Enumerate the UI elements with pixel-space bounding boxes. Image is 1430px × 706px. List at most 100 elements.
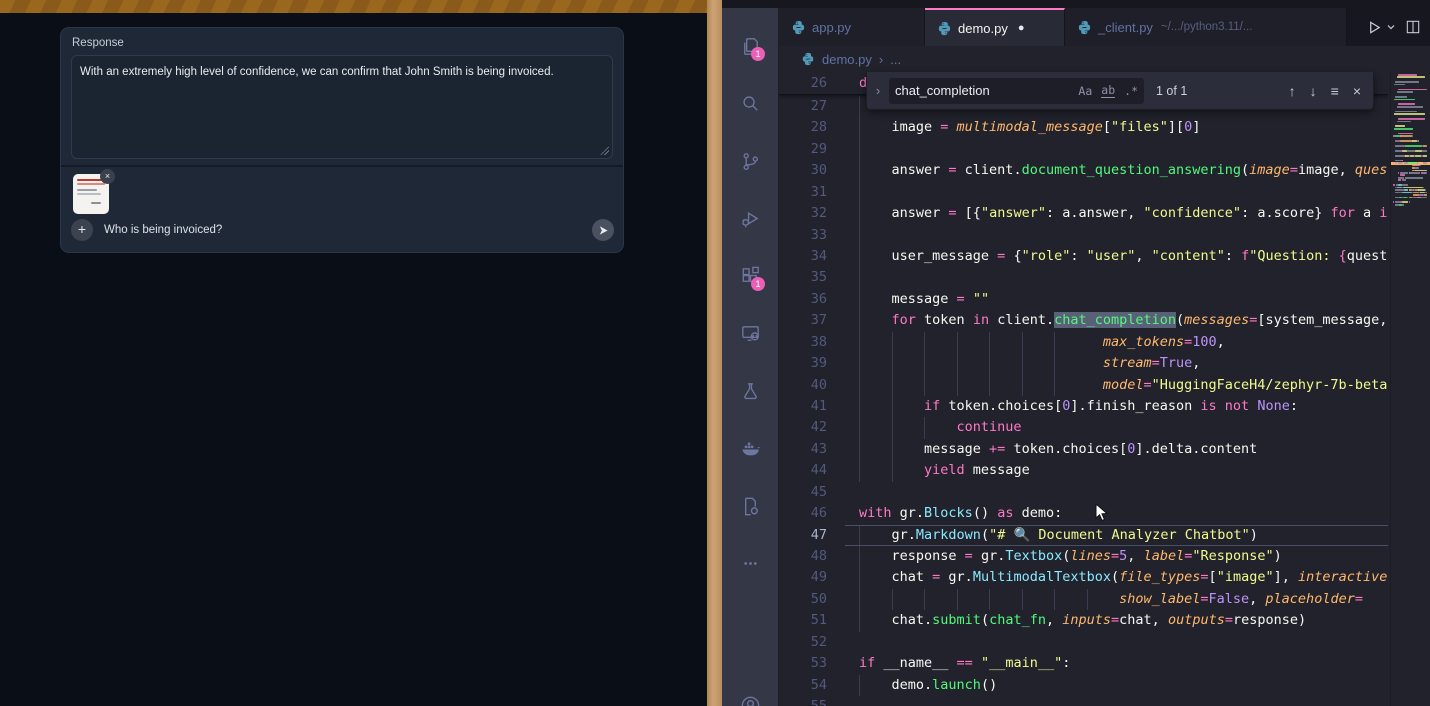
debug-icon	[739, 207, 762, 230]
find-nav: ↑ ↓ ≡ ×	[1289, 83, 1373, 99]
explorer-badge: 1	[751, 47, 765, 61]
minimap-line	[1398, 133, 1413, 135]
sidebar-item-source-control[interactable]	[722, 136, 779, 186]
minimap-line	[1395, 96, 1407, 98]
thumb-line	[77, 193, 101, 195]
find-previous-button[interactable]: ↑	[1289, 83, 1296, 99]
modified-dot[interactable]: ●	[1018, 22, 1025, 34]
send-icon	[598, 225, 609, 236]
sidebar-item-explorer[interactable]: 1	[722, 21, 779, 71]
tab-label: _client.py	[1098, 20, 1153, 35]
find-in-selection-button[interactable]: ≡	[1331, 83, 1339, 99]
find-input[interactable]: chat_completion Aa ab .*	[889, 78, 1144, 104]
card-divider	[61, 165, 623, 167]
sidebar-item-testing[interactable]	[722, 366, 779, 416]
code-line: 41 if token.choices[0].finish_reason is …	[779, 396, 1388, 417]
browser-titlebar	[0, 0, 707, 13]
code-line: 40 model="HuggingFaceH4/zephyr-7b-beta")…	[779, 375, 1388, 396]
split-editor-button[interactable]	[1406, 20, 1420, 34]
match-case-toggle[interactable]: Aa	[1078, 84, 1092, 98]
code-line: 35	[779, 267, 1388, 288]
breadcrumb[interactable]: demo.py › ...	[779, 46, 1430, 72]
textarea-resize-handle[interactable]	[600, 146, 609, 155]
python-icon	[791, 20, 806, 35]
code-editor[interactable]: 2728 image = multimodal_message["files"]…	[779, 72, 1388, 706]
minimap-line	[1402, 201, 1408, 203]
tab-app-py[interactable]: app.py	[779, 8, 925, 46]
minimap-line	[1413, 197, 1417, 199]
minimap-line	[1398, 89, 1427, 91]
docker-whale-icon	[739, 437, 762, 460]
send-button[interactable]	[592, 219, 614, 241]
run-python-file-button[interactable]	[1367, 20, 1396, 35]
minimap-line	[1398, 179, 1401, 181]
minimap-line	[1400, 135, 1411, 137]
minimap-line	[1422, 150, 1427, 152]
sidebar-item-search[interactable]	[722, 78, 779, 128]
breadcrumb-file[interactable]: demo.py	[822, 52, 872, 67]
find-next-button[interactable]: ↓	[1310, 83, 1317, 99]
minimap-line	[1402, 192, 1413, 194]
minimap-line	[1415, 170, 1427, 172]
minimap-line	[1418, 189, 1424, 191]
breadcrumb-separator: ›	[879, 52, 883, 67]
whole-word-toggle[interactable]: ab	[1101, 83, 1115, 98]
minimap-line	[1393, 184, 1395, 186]
sidebar-item-more[interactable]	[722, 538, 779, 588]
find-results-count: 1 of 1	[1156, 84, 1187, 98]
minimap-line	[1426, 192, 1427, 194]
minimap-line	[1400, 174, 1405, 176]
breadcrumb-more[interactable]: ...	[890, 52, 901, 67]
minimap-line	[1402, 204, 1403, 206]
code-line: 42 continue	[779, 417, 1388, 438]
sidebar-item-account[interactable]	[722, 680, 779, 706]
tab-label: demo.py	[958, 21, 1008, 36]
minimap[interactable]	[1390, 72, 1430, 706]
remove-attachment-button[interactable]: ×	[100, 169, 115, 184]
code-line: 29	[779, 139, 1388, 160]
response-textarea[interactable]: With an extremely high level of confiden…	[71, 55, 613, 159]
sidebar-item-remote-explorer[interactable]	[722, 308, 779, 358]
minimap-line	[1409, 172, 1419, 174]
code-line: 38 max_tokens=100,	[779, 332, 1388, 353]
desktop-wallpaper-strip	[707, 0, 722, 706]
sidebar-item-file-settings[interactable]	[722, 481, 779, 531]
code-line: 36 message = ""	[779, 289, 1388, 310]
find-widget: › chat_completion Aa ab .* 1 of 1 ↑ ↓ ≡ …	[866, 72, 1374, 110]
code-line: 47 gr.Markdown("# 🔍 Document Analyzer Ch…	[779, 525, 1388, 546]
code-line: 54 demo.launch()	[779, 675, 1388, 696]
minimap-line	[1394, 128, 1413, 130]
chat-input-text[interactable]: Who is being invoiced?	[104, 224, 222, 236]
minimap-line	[1415, 150, 1422, 152]
sidebar-item-extensions[interactable]: 1	[722, 251, 779, 301]
tab-path: ~/.../python3.11/...	[1161, 21, 1253, 33]
minimap-line	[1400, 140, 1411, 142]
sidebar-item-run-debug[interactable]	[722, 193, 779, 243]
minimap-line	[1395, 155, 1403, 157]
minimap-line	[1398, 103, 1415, 105]
minimap-line	[1394, 99, 1415, 101]
code-line: 45	[779, 482, 1388, 503]
minimap-line	[1398, 118, 1425, 120]
minimap-line	[1418, 140, 1419, 142]
flask-icon	[739, 380, 762, 403]
python-icon	[801, 52, 815, 66]
code-line: 48 response = gr.Textbox(lines=5, label=…	[779, 546, 1388, 567]
search-icon	[739, 92, 762, 115]
regex-toggle[interactable]: .*	[1124, 84, 1138, 98]
find-close-button[interactable]: ×	[1353, 83, 1361, 99]
editor-actions	[1359, 8, 1428, 46]
minimap-line	[1418, 167, 1419, 169]
toggle-replace-chevron[interactable]: ›	[867, 83, 889, 98]
code-line: 28 image = multimodal_message["files"][0…	[779, 117, 1388, 138]
play-icon	[1367, 20, 1382, 35]
sidebar-item-docker[interactable]	[722, 423, 779, 473]
minimap-line	[1422, 197, 1427, 199]
tab-client-py[interactable]: _client.py ~/.../python3.11/...	[1065, 8, 1347, 46]
code-line: 30 answer = client.document_question_ans…	[779, 160, 1388, 181]
minimap-line	[1426, 172, 1427, 174]
add-file-button[interactable]: +	[71, 219, 93, 241]
code-line: 31	[779, 182, 1388, 203]
code-line: 52	[779, 632, 1388, 653]
tab-demo-py[interactable]: demo.py ●	[925, 8, 1065, 46]
